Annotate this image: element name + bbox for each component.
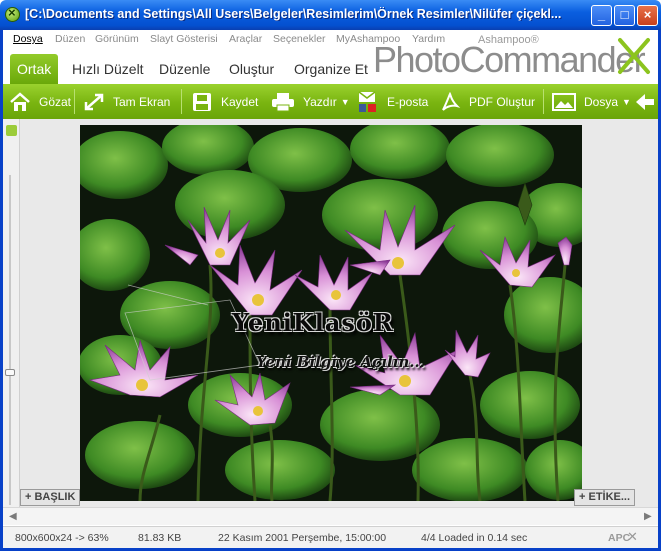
- back-button[interactable]: [635, 84, 661, 119]
- status-dimensions: 800x600x24 -> 63%: [15, 532, 109, 544]
- tab-hizli-duzelt[interactable]: Hızlı Düzelt: [65, 54, 151, 84]
- minimize-button[interactable]: _: [591, 5, 612, 26]
- view-button[interactable]: Gözat: [9, 84, 71, 119]
- file-dropdown-icon[interactable]: ▼: [622, 97, 631, 107]
- email-button[interactable]: E-posta: [357, 84, 428, 119]
- print-button[interactable]: Yazdır ▼: [271, 84, 350, 119]
- arrow-left-icon: [636, 93, 654, 110]
- print-dropdown-icon[interactable]: ▼: [341, 97, 350, 107]
- zoom-slider-thumb[interactable]: [5, 369, 15, 376]
- tab-ortak[interactable]: Ortak: [10, 54, 59, 84]
- save-button[interactable]: Kaydet: [191, 84, 258, 119]
- status-file-size: 81.83 KB: [138, 532, 182, 544]
- tab-duzenle[interactable]: Düzenle: [152, 54, 217, 84]
- view-label: Gözat: [39, 94, 72, 109]
- zoom-icon[interactable]: [6, 125, 17, 136]
- tab-olustur[interactable]: Oluştur: [222, 54, 281, 84]
- tab-bar: Ortak Hızlı Düzelt Düzenle Oluştur Organ…: [3, 54, 658, 84]
- tab-organize-et[interactable]: Organize Et: [287, 54, 375, 84]
- toolbar-separator: [181, 89, 182, 114]
- app-icon[interactable]: [5, 5, 20, 22]
- toolbar: Gözat Tam Ekran Kaydet Yazdır ▼ E-posta …: [3, 84, 658, 119]
- pdf-button[interactable]: PDF Oluştur: [439, 84, 535, 119]
- maximize-button[interactable]: □: [614, 5, 635, 26]
- email-icon: [358, 90, 376, 112]
- scroll-left-icon[interactable]: ◀: [9, 511, 17, 522]
- email-label: E-posta: [387, 94, 429, 109]
- pdf-icon: [442, 91, 461, 111]
- fullscreen-icon: [84, 93, 104, 110]
- window-title: [C:\Documents and Settings\All Users\Bel…: [25, 7, 562, 21]
- watermark-title: YeniKlasöR: [232, 308, 394, 337]
- printer-icon: [272, 92, 294, 111]
- title-bar[interactable]: [C:\Documents and Settings\All Users\Bel…: [0, 0, 661, 30]
- close-button[interactable]: ×: [637, 5, 658, 26]
- menu-gorunum[interactable]: Görünüm: [95, 33, 139, 45]
- zoom-strip: [3, 119, 20, 525]
- status-bar: 800x600x24 -> 63% 81.83 KB 22 Kasım 2001…: [3, 526, 658, 548]
- status-load: 4/4 Loaded in 0.14 sec: [421, 532, 528, 544]
- scroll-right-icon[interactable]: ▶: [644, 511, 652, 522]
- watermark-subtitle: Yeni Bilgiye Açılın...: [256, 353, 425, 371]
- pdf-label: PDF Oluştur: [469, 94, 536, 109]
- fullscreen-label: Tam Ekran: [113, 94, 171, 109]
- menu-dosya[interactable]: Dosya: [13, 33, 43, 45]
- save-label: Kaydet: [221, 94, 259, 109]
- toolbar-separator: [543, 89, 544, 114]
- home-icon: [10, 91, 30, 111]
- menu-slayt-gosterisi[interactable]: Slayt Gösterisi: [150, 33, 218, 45]
- fullscreen-button[interactable]: Tam Ekran: [83, 84, 170, 119]
- floppy-disk-icon: [193, 92, 211, 111]
- apc-x-icon: ✕: [627, 529, 638, 544]
- print-label: Yazdır: [303, 94, 337, 109]
- file-button[interactable]: Dosya ▼: [552, 84, 631, 119]
- file-label: Dosya: [584, 94, 619, 109]
- status-date: 22 Kasım 2001 Perşembe, 15:00:00: [218, 532, 387, 544]
- image-icon: [552, 92, 576, 111]
- menu-secenekler[interactable]: Seçenekler: [273, 33, 326, 45]
- add-tag-button[interactable]: + ETİKE...: [574, 489, 636, 506]
- toolbar-separator: [74, 89, 75, 114]
- zoom-slider-track[interactable]: [9, 175, 11, 505]
- add-title-button[interactable]: + BAŞLIK: [20, 489, 81, 506]
- menu-araclar[interactable]: Araçlar: [229, 33, 262, 45]
- menu-duzen[interactable]: Düzen: [55, 33, 85, 45]
- horizontal-scrollbar[interactable]: ◀ ▶: [3, 507, 658, 525]
